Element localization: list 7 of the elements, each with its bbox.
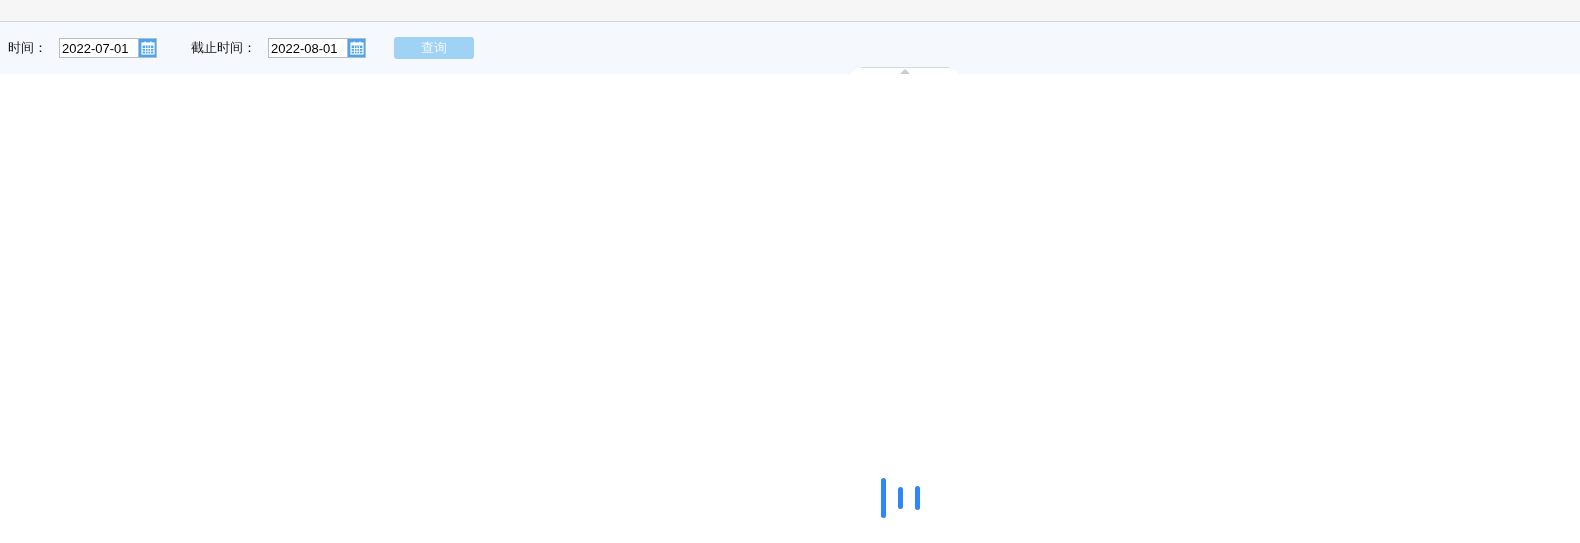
field-label: 时间： bbox=[8, 39, 47, 57]
calendar-icon[interactable] bbox=[348, 38, 366, 58]
date-field[interactable]: 2022-07-01 bbox=[59, 38, 139, 58]
field-label: 截止时间： bbox=[191, 39, 256, 57]
date-field[interactable]: 2022-08-01 bbox=[268, 38, 348, 58]
calendar-icon[interactable] bbox=[139, 38, 157, 58]
collapse-icon bbox=[900, 69, 910, 74]
